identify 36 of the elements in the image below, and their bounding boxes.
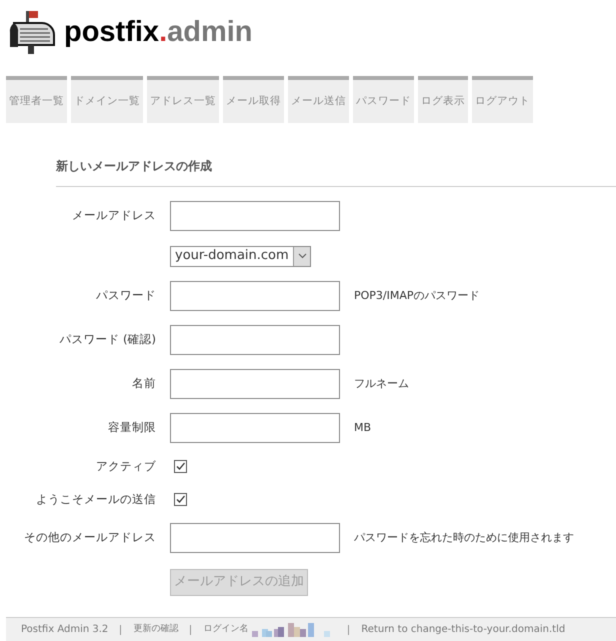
nav-tab[interactable]: メール送信: [288, 76, 349, 123]
logo-text: postfix.admin: [64, 18, 253, 46]
domain-select[interactable]: your-domain.com: [170, 246, 311, 266]
field-label: ようこそメールの送信: [36, 490, 156, 508]
field-label: その他のメールアドレス: [24, 529, 156, 546]
input-field[interactable]: [170, 413, 340, 443]
nav-tab[interactable]: ログ表示: [418, 76, 468, 123]
checkbox[interactable]: [174, 460, 187, 473]
nav-tab[interactable]: ログアウト: [472, 76, 533, 123]
field-hint: パスワードを忘れた時のために使用されます: [354, 530, 574, 546]
input-field[interactable]: [170, 523, 340, 553]
mailbox-icon: [8, 9, 56, 55]
field-label: パスワード (確認): [59, 331, 156, 348]
nav-tab[interactable]: ドメイン一覧: [71, 76, 143, 123]
field-label: メールアドレス: [72, 207, 156, 224]
nav-tab[interactable]: アドレス一覧: [147, 76, 219, 123]
form-title: 新しいメールアドレスの作成: [56, 158, 213, 175]
field-label: 名前: [132, 375, 156, 392]
input-field[interactable]: [170, 281, 340, 311]
nav-tab[interactable]: メール取得: [223, 76, 284, 123]
field-label: パスワード: [96, 287, 156, 304]
nav-tab[interactable]: 管理者一覧: [6, 76, 67, 123]
input-field[interactable]: [170, 325, 340, 355]
input-field[interactable]: [170, 201, 340, 231]
checkbox[interactable]: [174, 493, 187, 506]
footer-link[interactable]: Return to change-this-to-your.domain.tld: [361, 622, 566, 637]
version-text: Postfix Admin 3.2: [21, 623, 108, 637]
field-hint: フルネーム: [354, 376, 409, 392]
field-label: アクティブ: [96, 458, 156, 475]
field-label: 容量制限: [108, 419, 156, 436]
field-hint: MB: [354, 420, 372, 436]
field-hint: POP3/IMAPのパスワード: [354, 288, 480, 304]
login-label: ログイン名: [203, 622, 248, 636]
input-field[interactable]: [170, 369, 340, 399]
footer-link[interactable]: 更新の確認: [133, 622, 178, 636]
nav-tab[interactable]: パスワード: [353, 76, 414, 123]
